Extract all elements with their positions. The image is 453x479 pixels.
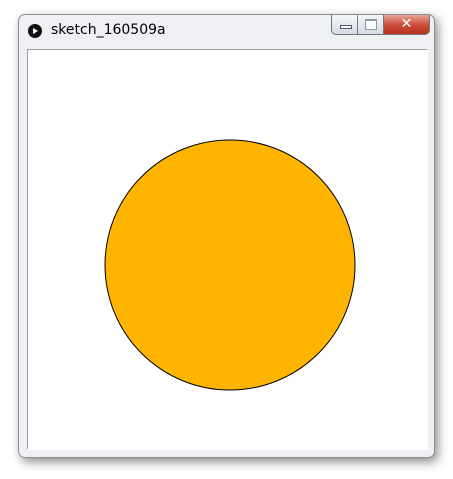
sketch-drawing — [28, 50, 428, 450]
orange-circle — [104, 139, 356, 391]
maximize-button[interactable] — [358, 15, 384, 35]
close-button[interactable]: ✕ — [384, 15, 430, 35]
window-controls: ✕ — [331, 15, 430, 37]
window-title: sketch_160509a — [51, 22, 166, 38]
minimize-button[interactable] — [331, 15, 358, 35]
app-window: sketch_160509a ✕ — [18, 14, 435, 458]
sketch-canvas[interactable] — [27, 49, 428, 450]
title-bar[interactable]: sketch_160509a ✕ — [19, 15, 434, 47]
close-icon: ✕ — [400, 16, 413, 32]
processing-play-icon[interactable] — [28, 24, 42, 38]
